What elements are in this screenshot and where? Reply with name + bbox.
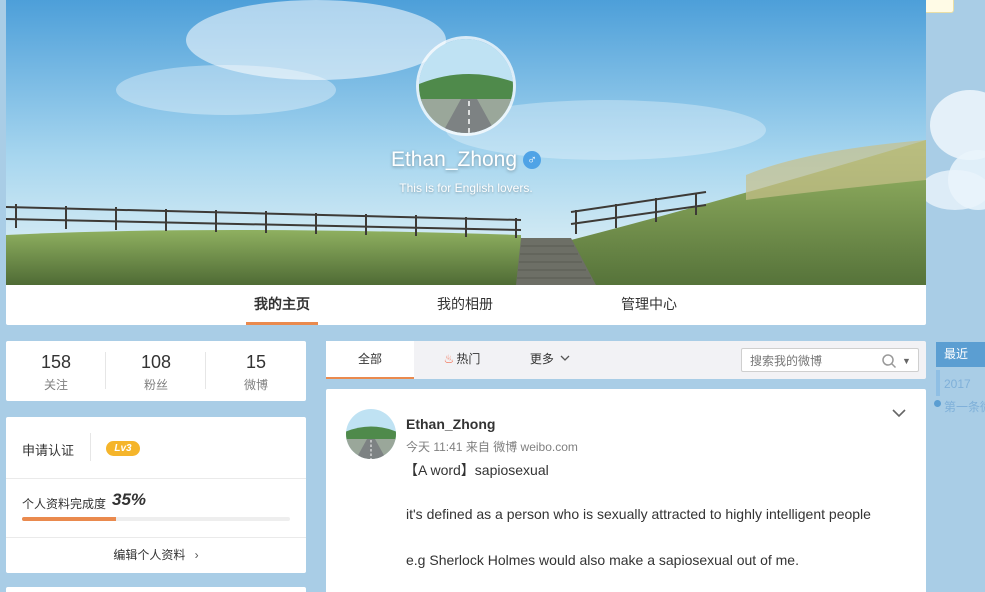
timeline-year[interactable]: 2017	[944, 377, 971, 391]
stat-label: 关注	[43, 378, 68, 392]
nav-my-album[interactable]: 我的相册	[430, 285, 500, 325]
edit-profile-link[interactable]: 编辑个人资料 ›	[6, 546, 306, 563]
post-card: Ethan_Zhong 今天 11:41 来自 微博 weibo.com 【A …	[326, 389, 926, 592]
caret-down-icon[interactable]: ▼	[902, 353, 911, 369]
profile-bio: This is for English lovers.	[399, 181, 533, 195]
profile-completion-bar	[22, 517, 290, 521]
profile-avatar[interactable]	[416, 36, 516, 136]
search-icon[interactable]	[881, 353, 897, 369]
divider	[6, 478, 306, 479]
edit-profile-label: 编辑个人资料	[113, 548, 186, 562]
timeline-first-item[interactable]: 第一条微	[944, 398, 985, 415]
profile-name: Ethan_Zhong ♂	[6, 148, 926, 172]
stat-label: 粉丝	[143, 378, 168, 392]
profile-completion-value: 35%	[112, 490, 147, 509]
post-time[interactable]: 今天 11:41	[406, 440, 462, 454]
post-text-line: e.g Sherlock Holmes would also make a sa…	[406, 552, 799, 568]
stats-card: 158 关注 108 粉丝 15 微博	[6, 341, 306, 401]
post-source-prefix: 来自	[465, 440, 490, 454]
search-input[interactable]	[750, 352, 875, 369]
chevron-right-icon: ›	[194, 548, 199, 562]
stat-value: 158	[40, 352, 72, 372]
post-author-name[interactable]: Ethan_Zhong	[406, 416, 495, 432]
timeline-recent-tab[interactable]: 最近	[936, 342, 985, 367]
timeline-dot	[934, 400, 941, 407]
profile-completion-fill	[22, 517, 116, 521]
profile-name-text: Ethan_Zhong	[390, 148, 518, 171]
fire-icon: ♨	[443, 352, 455, 366]
tab-all[interactable]: 全部	[326, 341, 414, 379]
nav-admin-center[interactable]: 管理中心	[614, 285, 684, 325]
post-text-line: it's defined as a person who is sexually…	[406, 506, 871, 522]
post-source[interactable]: 微博 weibo.com	[493, 440, 578, 454]
timeline-bar	[936, 370, 940, 396]
tab-hot[interactable]: ♨ 热门	[432, 341, 492, 379]
divider	[90, 433, 91, 461]
chevron-down-icon[interactable]	[891, 407, 907, 419]
nav-my-home[interactable]: 我的主页	[246, 285, 318, 325]
search-box: ▼	[741, 348, 919, 372]
next-card	[6, 587, 306, 592]
stat-label: 微博	[243, 378, 268, 392]
tab-hot-label: 热门	[456, 352, 481, 366]
feed-filter-bar: 全部 ♨热门 更多 ▼	[326, 341, 926, 379]
post-author-avatar[interactable]	[346, 409, 396, 459]
stat-following[interactable]: 158 关注	[6, 341, 106, 401]
stat-posts[interactable]: 15 微博	[206, 341, 306, 401]
stat-value: 15	[245, 352, 267, 372]
male-gender-icon: ♂	[523, 151, 542, 169]
profile-nav: 我的主页 我的相册 管理中心	[6, 285, 926, 325]
profile-completion-label: 个人资料完成度	[22, 497, 107, 511]
background-cloud	[920, 170, 985, 210]
verification-card: 申请认证 Lv3 个人资料完成度 35% 编辑个人资料 ›	[6, 417, 306, 573]
stat-value: 108	[140, 352, 172, 372]
tab-more-label: 更多	[529, 352, 554, 366]
post-meta: 今天 11:41 来自 微博 weibo.com	[406, 438, 578, 455]
divider	[6, 537, 306, 538]
chevron-down-icon	[560, 355, 570, 361]
level-badge[interactable]: Lv3	[106, 441, 140, 456]
stat-followers[interactable]: 108 粉丝	[106, 341, 206, 401]
profile-cover: Ethan_Zhong ♂ This is for English lovers.	[6, 0, 926, 285]
tab-more[interactable]: 更多	[522, 341, 578, 379]
apply-verification-link[interactable]: 申请认证	[22, 440, 74, 459]
post-text-line: 【A word】sapiosexual	[404, 462, 549, 478]
